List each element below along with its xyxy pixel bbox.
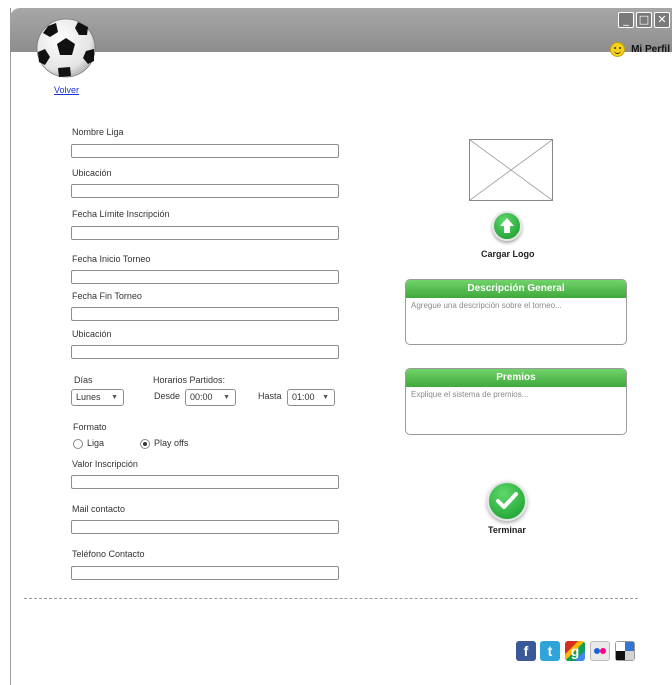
finish-button[interactable] [487, 481, 527, 521]
prizes-textarea[interactable]: Explique el sistema de premios... [406, 387, 626, 402]
field-label-mail: Mail contacto [72, 504, 126, 514]
field-label-fecha-fin: Fecha Fin Torneo [72, 291, 142, 301]
prizes-title: Premios [406, 369, 626, 387]
facebook-icon[interactable]: f [516, 641, 536, 661]
flickr-dots-icon [594, 648, 606, 654]
profile-link[interactable]: Mi Perfil [610, 42, 670, 57]
days-select[interactable]: Lunes ▼ [71, 389, 124, 406]
field-label-valor-inscripcion: Valor Inscripción [72, 459, 138, 469]
chevron-down-icon: ▼ [322, 394, 329, 401]
days-label: Días [74, 375, 93, 385]
divider [24, 598, 638, 599]
logo-placeholder [469, 139, 553, 201]
window-controls: _ □ ✕ [618, 12, 670, 28]
valor-inscripcion-input[interactable] [71, 475, 339, 489]
fecha-fin-input[interactable] [71, 307, 339, 321]
days-select-value: Lunes [76, 392, 101, 402]
description-panel[interactable]: Descripción General Agregue una descripc… [405, 279, 627, 345]
fecha-limite-input[interactable] [71, 226, 339, 240]
from-time-select[interactable]: 00:00 ▼ [185, 389, 236, 406]
telefono-input[interactable] [71, 566, 339, 580]
from-time-value: 00:00 [190, 392, 213, 402]
nombre-liga-input[interactable] [71, 144, 339, 158]
fecha-inicio-input[interactable] [71, 270, 339, 284]
field-label-telefono: Teléfono Contacto [72, 549, 145, 559]
twitter-icon[interactable]: t [540, 641, 560, 661]
prizes-panel[interactable]: Premios Explique el sistema de premios..… [405, 368, 627, 435]
from-label: Desde [154, 391, 181, 401]
to-time-value: 01:00 [292, 392, 315, 402]
finish-label: Terminar [488, 525, 526, 535]
field-label-ubicacion: Ubicación [72, 168, 112, 178]
smiley-icon [610, 42, 626, 57]
image-placeholder-icon [469, 139, 553, 201]
chevron-down-icon: ▼ [111, 394, 118, 401]
minimize-button[interactable]: _ [618, 12, 634, 28]
ubicacion-input[interactable] [71, 184, 339, 198]
delicious-squares-icon [616, 642, 634, 660]
flickr-icon[interactable] [590, 641, 610, 661]
format-radio-playoffs[interactable] [140, 439, 150, 449]
upload-logo-button[interactable] [492, 211, 522, 241]
upload-logo-label: Cargar Logo [481, 249, 535, 259]
chevron-down-icon: ▼ [223, 394, 230, 401]
maximize-button[interactable]: □ [636, 12, 652, 28]
description-title: Descripción General [406, 280, 626, 298]
to-label: Hasta [258, 391, 282, 401]
format-radio-liga[interactable] [73, 439, 83, 449]
description-textarea[interactable]: Agregue una descripción sobre el torneo.… [406, 298, 626, 313]
format-option-liga: Liga [87, 438, 105, 448]
to-time-select[interactable]: 01:00 ▼ [287, 389, 335, 406]
profile-label: Mi Perfil [631, 44, 670, 55]
checkmark-icon [496, 492, 518, 509]
mail-input[interactable] [71, 520, 339, 534]
delicious-icon[interactable] [615, 641, 635, 661]
soccer-ball-icon [36, 18, 96, 78]
ubicacion-2-input[interactable] [71, 345, 339, 359]
field-label-ubicacion-2: Ubicación [72, 329, 112, 339]
field-label-fecha-inicio: Fecha Inicio Torneo [72, 254, 151, 264]
arrow-up-icon [500, 218, 514, 233]
hours-label: Horarios Partidos: [153, 375, 226, 385]
close-button[interactable]: ✕ [654, 12, 670, 28]
format-label: Formato [73, 422, 107, 432]
title-bar: _ □ ✕ Mi Perfil [10, 8, 672, 57]
back-link[interactable]: Volver [54, 85, 79, 95]
field-label-nombre-liga: Nombre Liga [72, 127, 124, 137]
field-label-fecha-limite: Fecha Límite Inscripción [72, 209, 170, 219]
google-plus-icon[interactable]: g [565, 641, 585, 661]
format-option-playoffs: Play offs [154, 438, 189, 448]
